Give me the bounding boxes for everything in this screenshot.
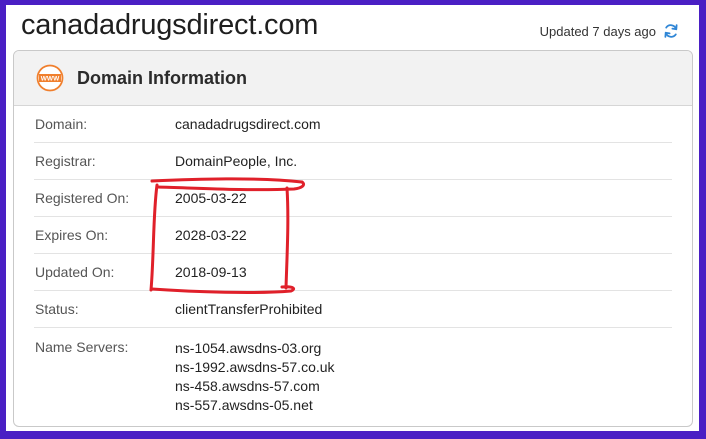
label-expires-on: Expires On: bbox=[35, 227, 109, 243]
value-name-servers: ns-1054.awsdns-03.org ns-1992.awsdns-57.… bbox=[175, 339, 672, 415]
value-expires-on: 2028-03-22 bbox=[175, 227, 247, 243]
www-icon: WWW bbox=[36, 64, 64, 92]
value-registrar: DomainPeople, Inc. bbox=[175, 153, 298, 169]
label-updated-on: Updated On: bbox=[35, 264, 115, 280]
www-icon-text: WWW bbox=[41, 76, 60, 83]
row-registrar: Registrar: DomainPeople, Inc. bbox=[34, 143, 672, 180]
name-server-item: ns-557.awsdns-05.net bbox=[175, 397, 313, 413]
label-status: Status: bbox=[35, 301, 79, 317]
value-status: clientTransferProhibited bbox=[175, 301, 323, 317]
value-registered-on: 2005-03-22 bbox=[175, 190, 247, 206]
domain-info-card: WWW Domain Information Domain: canadadru… bbox=[13, 50, 693, 427]
card-title: Domain Information bbox=[77, 67, 247, 88]
row-updated-on: Updated On: 2018-09-13 bbox=[34, 254, 672, 291]
site-title: canadadrugsdirect.com bbox=[21, 9, 319, 41]
updated-text: Updated 7 days ago bbox=[539, 23, 656, 39]
card-header: WWW Domain Information bbox=[14, 51, 692, 106]
label-name-servers: Name Servers: bbox=[35, 339, 129, 355]
row-name-servers: Name Servers: ns-1054.awsdns-03.org ns-1… bbox=[34, 328, 672, 415]
label-registered-on: Registered On: bbox=[35, 190, 130, 206]
label-domain: Domain: bbox=[35, 116, 88, 132]
name-server-item: ns-1054.awsdns-03.org bbox=[175, 340, 322, 356]
page-frame: canadadrugsdirect.com Updated 7 days ago… bbox=[6, 5, 699, 431]
updated-status[interactable]: Updated 7 days ago bbox=[540, 23, 679, 39]
name-server-item: ns-1992.awsdns-57.co.uk bbox=[175, 359, 335, 375]
info-rows: Domain: canadadrugsdirect.com Registrar:… bbox=[34, 106, 672, 415]
row-registered-on: Registered On: 2005-03-22 bbox=[34, 180, 672, 217]
value-domain: canadadrugsdirect.com bbox=[175, 116, 321, 132]
name-server-item: ns-458.awsdns-57.com bbox=[175, 378, 320, 394]
row-status: Status: clientTransferProhibited bbox=[34, 291, 672, 328]
row-domain: Domain: canadadrugsdirect.com bbox=[34, 106, 672, 143]
label-registrar: Registrar: bbox=[35, 153, 96, 169]
refresh-icon[interactable] bbox=[663, 23, 679, 39]
row-expires-on: Expires On: 2028-03-22 bbox=[34, 217, 672, 254]
value-updated-on: 2018-09-13 bbox=[175, 264, 247, 280]
